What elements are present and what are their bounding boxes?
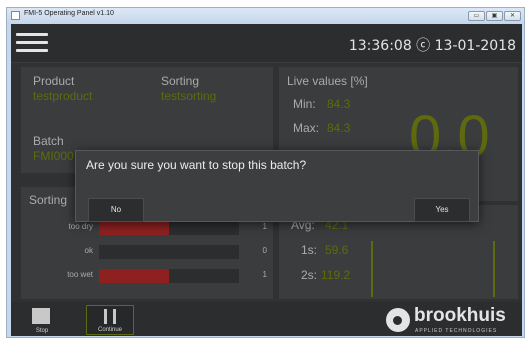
- one-sigma-value: 59.6: [325, 243, 349, 257]
- brand-logo: brookhuis APPLIED TECHNOLOGIES: [386, 305, 520, 335]
- yes-button[interactable]: Yes: [414, 198, 470, 222]
- operating-panel: 13:36:08 ⓒ 13-01-2018 Product testproduc…: [11, 24, 522, 336]
- dialog-message: Are you sure you want to stop this batch…: [86, 158, 307, 172]
- close-button[interactable]: ✕: [504, 11, 521, 21]
- sorting-value: testsorting: [161, 89, 217, 103]
- sorting-row-label: too wet: [67, 270, 93, 279]
- sorting-row-label: ok: [84, 246, 93, 255]
- continue-button[interactable]: Continue: [86, 305, 134, 335]
- stop-icon: [32, 308, 50, 324]
- maximize-button[interactable]: ▣: [486, 11, 503, 21]
- sorting-label: Sorting: [161, 74, 200, 88]
- sorting-panel-title: Sorting: [29, 193, 68, 207]
- sorting-bar-fill: [99, 269, 169, 283]
- live-values-title: Live values [%]: [287, 74, 368, 88]
- sorting-row-count: 0: [262, 246, 267, 255]
- sorting-row-label: too dry: [68, 222, 93, 231]
- two-sigma-label: 2s:: [301, 268, 318, 282]
- trend-line-right: [493, 241, 495, 297]
- product-label: Product: [33, 74, 75, 88]
- max-value: 84.3: [327, 121, 351, 135]
- date-time-display: 13:36:08 ⓒ 13-01-2018: [348, 38, 516, 54]
- top-bar: 13:36:08 ⓒ 13-01-2018: [11, 24, 522, 63]
- sorting-row-too-dry: too dry 1: [21, 220, 273, 236]
- title-bar: FMI-5 Operating Panel v1.10 ▭ ▣ ✕: [7, 8, 524, 24]
- two-sigma-value: 119.2: [321, 268, 351, 282]
- continue-label: Continue: [97, 327, 123, 333]
- trend-chart: [367, 213, 499, 297]
- brand-name: brookhuis: [414, 305, 506, 326]
- sorting-bar-track: [99, 269, 239, 283]
- stop-button[interactable]: Stop: [18, 305, 66, 335]
- max-label: Max:: [293, 121, 320, 135]
- sorting-bar-track: [99, 245, 239, 259]
- product-value: testproduct: [33, 89, 93, 103]
- window-title: FMI-5 Operating Panel v1.10: [24, 10, 114, 17]
- sorting-row-ok: ok 0: [21, 244, 273, 260]
- batch-value: FMI000: [33, 149, 74, 163]
- app-icon: [11, 11, 20, 20]
- brookhuis-logo-icon: [386, 308, 410, 332]
- app-window: FMI-5 Operating Panel v1.10 ▭ ▣ ✕ 13:36:…: [6, 7, 525, 338]
- min-value: 84.3: [327, 97, 351, 111]
- min-label: Min:: [293, 97, 316, 111]
- one-sigma-label: 1s:: [301, 243, 318, 257]
- menu-icon[interactable]: [16, 32, 48, 54]
- stop-label: Stop: [35, 328, 49, 334]
- minimize-button[interactable]: ▭: [468, 11, 485, 21]
- brand-tagline: APPLIED TECHNOLOGIES: [415, 328, 498, 334]
- sorting-row-count: 1: [262, 270, 267, 279]
- sorting-bar-fill: [99, 221, 169, 235]
- confirm-stop-dialog: Are you sure you want to stop this batch…: [75, 150, 479, 222]
- batch-label: Batch: [33, 134, 64, 148]
- trend-line-left: [371, 241, 373, 297]
- sorting-row-count: 1: [262, 222, 267, 231]
- sorting-bar-track: [99, 221, 239, 235]
- sorting-row-too-wet: too wet 1: [21, 268, 273, 284]
- no-button[interactable]: No: [88, 198, 144, 222]
